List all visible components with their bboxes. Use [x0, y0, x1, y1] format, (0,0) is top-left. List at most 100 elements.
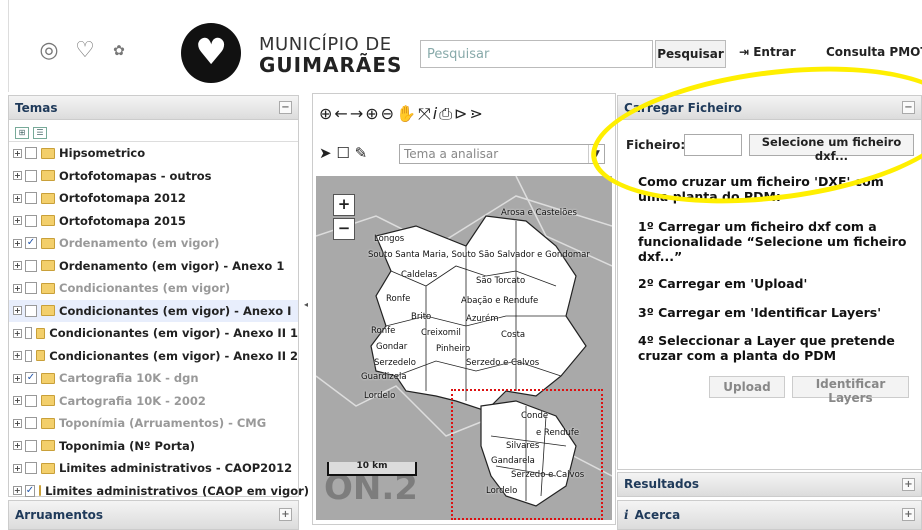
- layer-checkbox[interactable]: [25, 259, 37, 272]
- forward-icon[interactable]: →: [350, 104, 365, 123]
- layer-checkbox[interactable]: [24, 349, 33, 362]
- tree-item[interactable]: + Toponimia (Nº Porta): [9, 435, 298, 458]
- select-file-button[interactable]: Selecione um ficheiro dxf...: [749, 134, 914, 163]
- tree-item[interactable]: + Condicionantes (em vigor) - Anexo II 1: [9, 322, 298, 345]
- tree-item[interactable]: + ✓ Limites administrativos (CAOP em vigor…: [9, 480, 309, 503]
- folder-icon: [41, 147, 55, 159]
- area-icon[interactable]: ⋗: [469, 104, 484, 123]
- measure-icon[interactable]: ⊳: [454, 104, 469, 123]
- tree-item-label: Condicionantes (em vigor) - Anexo II 2: [49, 348, 298, 363]
- map-canvas[interactable]: Longos Souto Santa Maria, Souto São Salva…: [316, 176, 612, 520]
- layer-checkbox[interactable]: [25, 192, 37, 205]
- tree-item[interactable]: + Ordenamento (em vigor) - Anexo 1: [9, 255, 298, 278]
- expand-icon[interactable]: +: [13, 148, 22, 158]
- tree-item[interactable]: + Limites administrativos - CAOP2012: [9, 457, 298, 480]
- expand-icon[interactable]: +: [13, 351, 22, 361]
- expand-icon[interactable]: +: [13, 238, 22, 248]
- map-place-label: Creixomil: [421, 328, 461, 338]
- zoom-out-button[interactable]: −: [333, 218, 355, 240]
- expand-icon[interactable]: +: [13, 463, 22, 473]
- expand-icon[interactable]: +: [13, 171, 22, 181]
- guimaraes-logo-icon[interactable]: ♥: [181, 23, 241, 83]
- tree-item[interactable]: + Ortofotomapa 2015: [9, 210, 298, 233]
- tree-item[interactable]: + Condicionantes (em vigor) - Anexo II 2: [9, 345, 298, 368]
- zoom-out-icon[interactable]: ⊖: [381, 104, 396, 123]
- extent-icon[interactable]: ⤧: [418, 104, 433, 123]
- tree-item-label: Condicionantes (em vigor) - Anexo I: [59, 303, 292, 318]
- expand-icon[interactable]: +: [13, 261, 22, 271]
- pointer-icon[interactable]: ➤: [319, 144, 332, 162]
- print-icon[interactable]: ⎙: [439, 104, 454, 123]
- expand-icon[interactable]: +: [13, 373, 22, 383]
- tree-item[interactable]: + ✓ Ordenamento (em vigor): [9, 232, 298, 255]
- expand-icon[interactable]: +: [13, 216, 22, 226]
- layer-checkbox[interactable]: [25, 394, 37, 407]
- layer-checkbox[interactable]: ✓: [25, 237, 37, 250]
- tema-select[interactable]: Tema a analisar ▼: [399, 144, 605, 164]
- search-input[interactable]: [420, 40, 653, 68]
- layer-checkbox[interactable]: [25, 214, 37, 227]
- splitter-handle[interactable]: ◂: [304, 300, 310, 320]
- pencil-icon[interactable]: ✎: [355, 144, 368, 162]
- expand-icon[interactable]: +: [13, 328, 22, 338]
- back-icon[interactable]: ←: [334, 104, 349, 123]
- expand-icon[interactable]: +: [13, 441, 22, 451]
- expand-button[interactable]: +: [279, 508, 292, 521]
- rectangle-icon[interactable]: ☐: [336, 144, 349, 162]
- collapse-button[interactable]: −: [279, 101, 292, 114]
- tree-item[interactable]: + Toponímia (Arruamentos) - CMG: [9, 412, 298, 435]
- expand-icon[interactable]: +: [13, 396, 22, 406]
- layer-checkbox[interactable]: [25, 439, 37, 452]
- identificar-layers-button[interactable]: Identificar Layers: [792, 376, 909, 405]
- tree-item[interactable]: + Hipsometrico: [9, 142, 298, 165]
- list-icon[interactable]: ☰: [33, 127, 47, 139]
- select-toolbar: ➤ ☐ ✎: [319, 144, 367, 162]
- tree-item[interactable]: + Ortofotomapas - outros: [9, 165, 298, 188]
- layer-checkbox[interactable]: [25, 147, 37, 160]
- folder-icon: [41, 372, 55, 384]
- layer-checkbox[interactable]: [25, 462, 37, 475]
- layer-checkbox[interactable]: ✓: [24, 484, 36, 497]
- layer-checkbox[interactable]: [24, 327, 33, 340]
- upload-button[interactable]: Upload: [709, 376, 785, 398]
- layer-checkbox[interactable]: ✓: [25, 372, 37, 385]
- expand-icon[interactable]: +: [13, 486, 22, 496]
- map-place-label: Longos: [374, 234, 405, 244]
- expand-icon[interactable]: +: [13, 283, 22, 293]
- expand-icon[interactable]: +: [13, 418, 22, 428]
- zoom-in-button[interactable]: +: [333, 194, 355, 216]
- expand-icon[interactable]: +: [13, 306, 22, 316]
- expand-all-icon[interactable]: ⊞: [15, 127, 29, 139]
- zoom-in-icon[interactable]: ⊕: [365, 104, 380, 123]
- tree-item-label: Ortofotomapa 2015: [59, 213, 186, 228]
- tree-item[interactable]: + Condicionantes (em vigor) - Anexo I: [9, 299, 298, 322]
- tree-item[interactable]: + ✓ Cartografia 10K - dgn: [9, 367, 298, 390]
- expand-icon[interactable]: +: [13, 193, 22, 203]
- entrar-link[interactable]: ⇥ Entrar: [739, 45, 796, 59]
- step-3: 3º Carregar em 'Identificar Layers': [638, 305, 882, 320]
- tree-item[interactable]: + Condicionantes (em vigor): [9, 277, 298, 300]
- folder-icon: [41, 395, 55, 407]
- instructions-title: Como cruzar um ficheiro 'DXF' com uma pl…: [638, 174, 884, 204]
- pan-icon[interactable]: ✋: [396, 104, 418, 123]
- tree-item[interactable]: + Ortofotomapa 2012: [9, 187, 298, 210]
- layer-checkbox[interactable]: [25, 304, 37, 317]
- expand-button[interactable]: +: [902, 478, 915, 491]
- search-button[interactable]: Pesquisar: [655, 40, 726, 68]
- ficheiro-input[interactable]: [684, 134, 742, 156]
- scale-label: 10 km: [356, 461, 388, 471]
- tree-item-label: Cartografia 10K - dgn: [59, 371, 199, 386]
- resultados-header[interactable]: Resultados +: [618, 473, 921, 496]
- globe-icon[interactable]: ⊕: [319, 104, 334, 123]
- arruamentos-header[interactable]: Arruamentos +: [9, 501, 298, 529]
- tree-item[interactable]: + Cartografia 10K - 2002: [9, 390, 298, 413]
- acerca-header[interactable]: i Acerca +: [618, 501, 921, 529]
- collapse-button[interactable]: −: [902, 101, 915, 114]
- layer-checkbox[interactable]: [25, 282, 37, 295]
- expand-button[interactable]: +: [902, 508, 915, 521]
- layer-checkbox[interactable]: [25, 417, 37, 430]
- extent-rectangle: [451, 389, 603, 520]
- temas-tree: + Hipsometrico + Ortofotomapas - outros + Ort…: [9, 142, 309, 503]
- layer-checkbox[interactable]: [25, 169, 37, 182]
- consulta-pmot-menu[interactable]: Consulta PMOT ▾: [826, 45, 922, 59]
